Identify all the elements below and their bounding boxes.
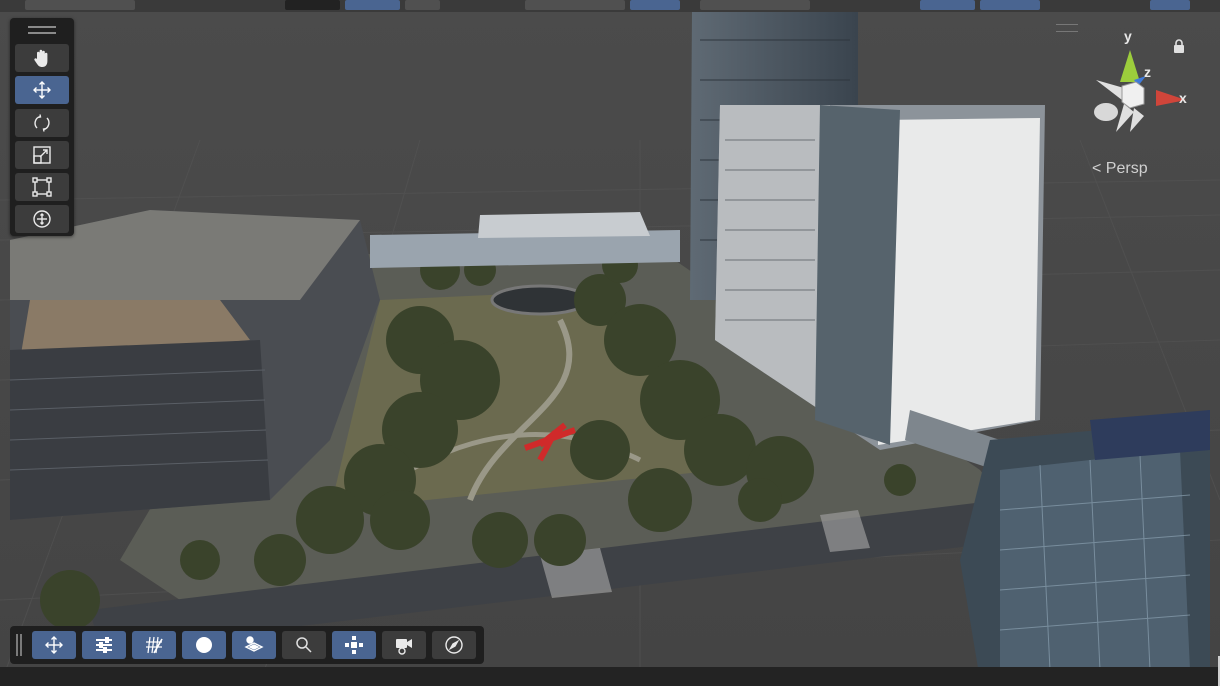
chevron-left-icon: <: [1092, 160, 1102, 177]
overlay-handle[interactable]: [1056, 24, 1078, 32]
grid-snapping-button[interactable]: [132, 631, 176, 659]
orientation-button[interactable]: [432, 631, 476, 659]
camera-button[interactable]: [382, 631, 426, 659]
sphere-icon: [196, 637, 212, 653]
orientation-gizmo[interactable]: y z x: [1086, 28, 1196, 138]
rect-tool-button[interactable]: [15, 173, 69, 201]
search-button[interactable]: [282, 631, 326, 659]
projection-toggle[interactable]: < Persp: [1092, 160, 1148, 178]
rotate-tool-button[interactable]: [15, 109, 69, 137]
search-icon: [296, 637, 312, 653]
rect-transform-icon: [32, 177, 52, 197]
overlay-toolbar: [10, 626, 484, 664]
gizmo-icon: [1094, 50, 1186, 132]
layers-icon: [244, 636, 264, 652]
transform-icon: [33, 210, 51, 228]
component-tools-button[interactable]: [332, 631, 376, 659]
grid-icon: [146, 636, 163, 654]
gizmo-axis-z-label: z: [1144, 64, 1151, 80]
scene-render: [0, 0, 1220, 686]
overlay-drag-handle[interactable]: [16, 634, 22, 656]
hand-tool-button[interactable]: [15, 44, 69, 72]
editor-toolbar-strip: [0, 0, 1220, 12]
move-icon: [33, 81, 51, 99]
projection-label: Persp: [1105, 160, 1148, 177]
gizmo-axis-x-label: x: [1179, 90, 1187, 106]
move-overlay-button[interactable]: [32, 631, 76, 659]
tool-palette: [10, 18, 74, 236]
move-tool-button[interactable]: [15, 76, 69, 104]
scale-tool-button[interactable]: [15, 141, 69, 169]
status-strip: [0, 667, 1220, 686]
rotate-icon: [34, 114, 50, 132]
scene-viewport[interactable]: y z x < Persp: [0, 0, 1220, 686]
transform-tool-button[interactable]: [15, 205, 69, 233]
shading-mode-button[interactable]: [182, 631, 226, 659]
palette-drag-handle[interactable]: [28, 26, 56, 34]
tool-settings-button[interactable]: [82, 631, 126, 659]
move-arrows-icon: [45, 636, 63, 654]
scale-icon: [33, 146, 51, 164]
camera-icon: [396, 639, 412, 655]
gizmo-axis-y-label: y: [1124, 28, 1132, 44]
hand-icon: [34, 49, 48, 67]
sliders-icon: [96, 637, 112, 653]
layers-button[interactable]: [232, 631, 276, 659]
compass-icon: [445, 636, 463, 654]
component-icon: [345, 636, 363, 654]
